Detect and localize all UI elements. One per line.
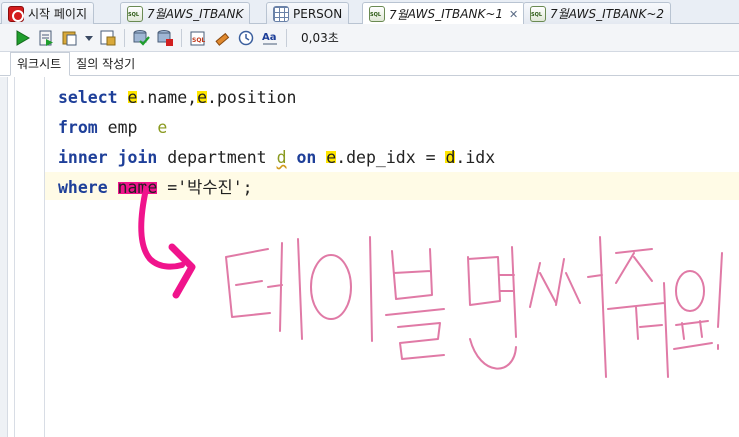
annotation-arrowhead [168,243,196,299]
tab-label-prefix: 7월 [389,7,408,22]
code-line[interactable]: where name ='박수진'; [58,173,495,203]
elapsed-time: 0,03초 [301,31,339,45]
vertical-scrollbar[interactable] [0,77,8,437]
code-token: .position [207,88,297,107]
gutter-divider [14,77,15,437]
table-icon [273,5,289,22]
handwritten-text-strokes [225,236,723,378]
tab-worksheet[interactable]: 워크시트 [10,52,71,76]
code-token: e [197,88,208,107]
svg-text:SQL: SQL [192,37,205,44]
code-line[interactable]: inner join department d on e.dep_idx = d… [58,143,495,173]
code-token: .name, [137,88,198,107]
toolbar-separator [124,28,125,47]
sql-tuning-icon[interactable]: SQL [188,28,208,48]
tab-label: PERSON [293,6,343,21]
code-token: department [167,148,277,167]
sql-worksheet-icon [530,5,546,22]
tab-label: AWS_ITBANK [165,6,244,21]
tab-label: 시작 페이지 [28,7,88,21]
code-token: on [296,148,327,167]
code-token: e [326,148,337,167]
rollback-icon[interactable] [155,28,175,48]
tab-aws-itbank-1[interactable]: 7월 AWS_ITBANK~1 ✕ [362,2,526,25]
tab-start-page[interactable]: 시작 페이지 [1,2,95,24]
code-token: emp [107,118,158,137]
database-icon [8,5,24,22]
editor-tab-strip: 시작 페이지 7월 AWS_ITBANK PERSON 7월 AWS_ITBAN… [0,0,739,25]
code-token: inner join [58,148,168,167]
autotrace-icon[interactable] [98,28,118,48]
code-line[interactable]: select e.name,e.position [58,83,495,113]
svg-text:Aa: Aa [262,32,277,43]
tab-label: AWS_ITBANK~1 [407,7,504,21]
tab-label-prefix: 7월 [147,7,166,21]
run-statement-icon[interactable] [12,28,32,48]
sql-worksheet-icon [127,5,143,22]
toolbar-separator [286,28,287,47]
code-token: where [58,178,118,197]
close-tab-icon[interactable]: ✕ [509,8,518,21]
code-token: .idx [455,148,496,167]
code-token: e [127,88,138,107]
code-token: d [445,148,456,167]
tab-label: AWS_ITBANK~2 [568,6,665,21]
code-token: .dep_idx = [336,148,446,167]
tab-person[interactable]: PERSON [266,2,350,24]
sql-code[interactable]: select e.name,e.position from emp e inner … [58,83,495,203]
worksheet-toolbar: SQL Aa 0,03초 [0,24,739,52]
tab-label-prefix: 7월 [550,7,569,21]
tab-aws-itbank-2[interactable]: 7월 AWS_ITBANK~2 [523,2,672,24]
code-token: e [157,118,168,137]
code-token: select [58,88,128,107]
sql-worksheet-icon [369,6,385,22]
commit-icon[interactable] [131,28,151,48]
code-token: d [276,148,287,167]
history-icon[interactable] [236,28,256,48]
toolbar-separator [181,28,182,47]
explain-plan-icon[interactable] [60,28,80,48]
format-icon[interactable]: Aa [260,28,280,48]
clear-icon[interactable] [212,28,232,48]
tab-aws-itbank[interactable]: 7월 AWS_ITBANK [120,2,251,24]
gutter-divider [44,77,45,437]
dropdown-icon[interactable] [84,28,94,48]
worksheet-subtabs: 워크시트 질의 작성기 [0,52,739,76]
sql-editor[interactable]: select e.name,e.position from emp e inner … [0,77,739,437]
code-line[interactable]: from emp e [58,113,495,143]
run-script-icon[interactable] [36,28,56,48]
tab-query-builder[interactable]: 질의 작성기 [70,55,143,75]
code-token: ='박수진'; [157,178,253,197]
code-token: name [117,178,158,197]
code-token: from [58,118,108,137]
